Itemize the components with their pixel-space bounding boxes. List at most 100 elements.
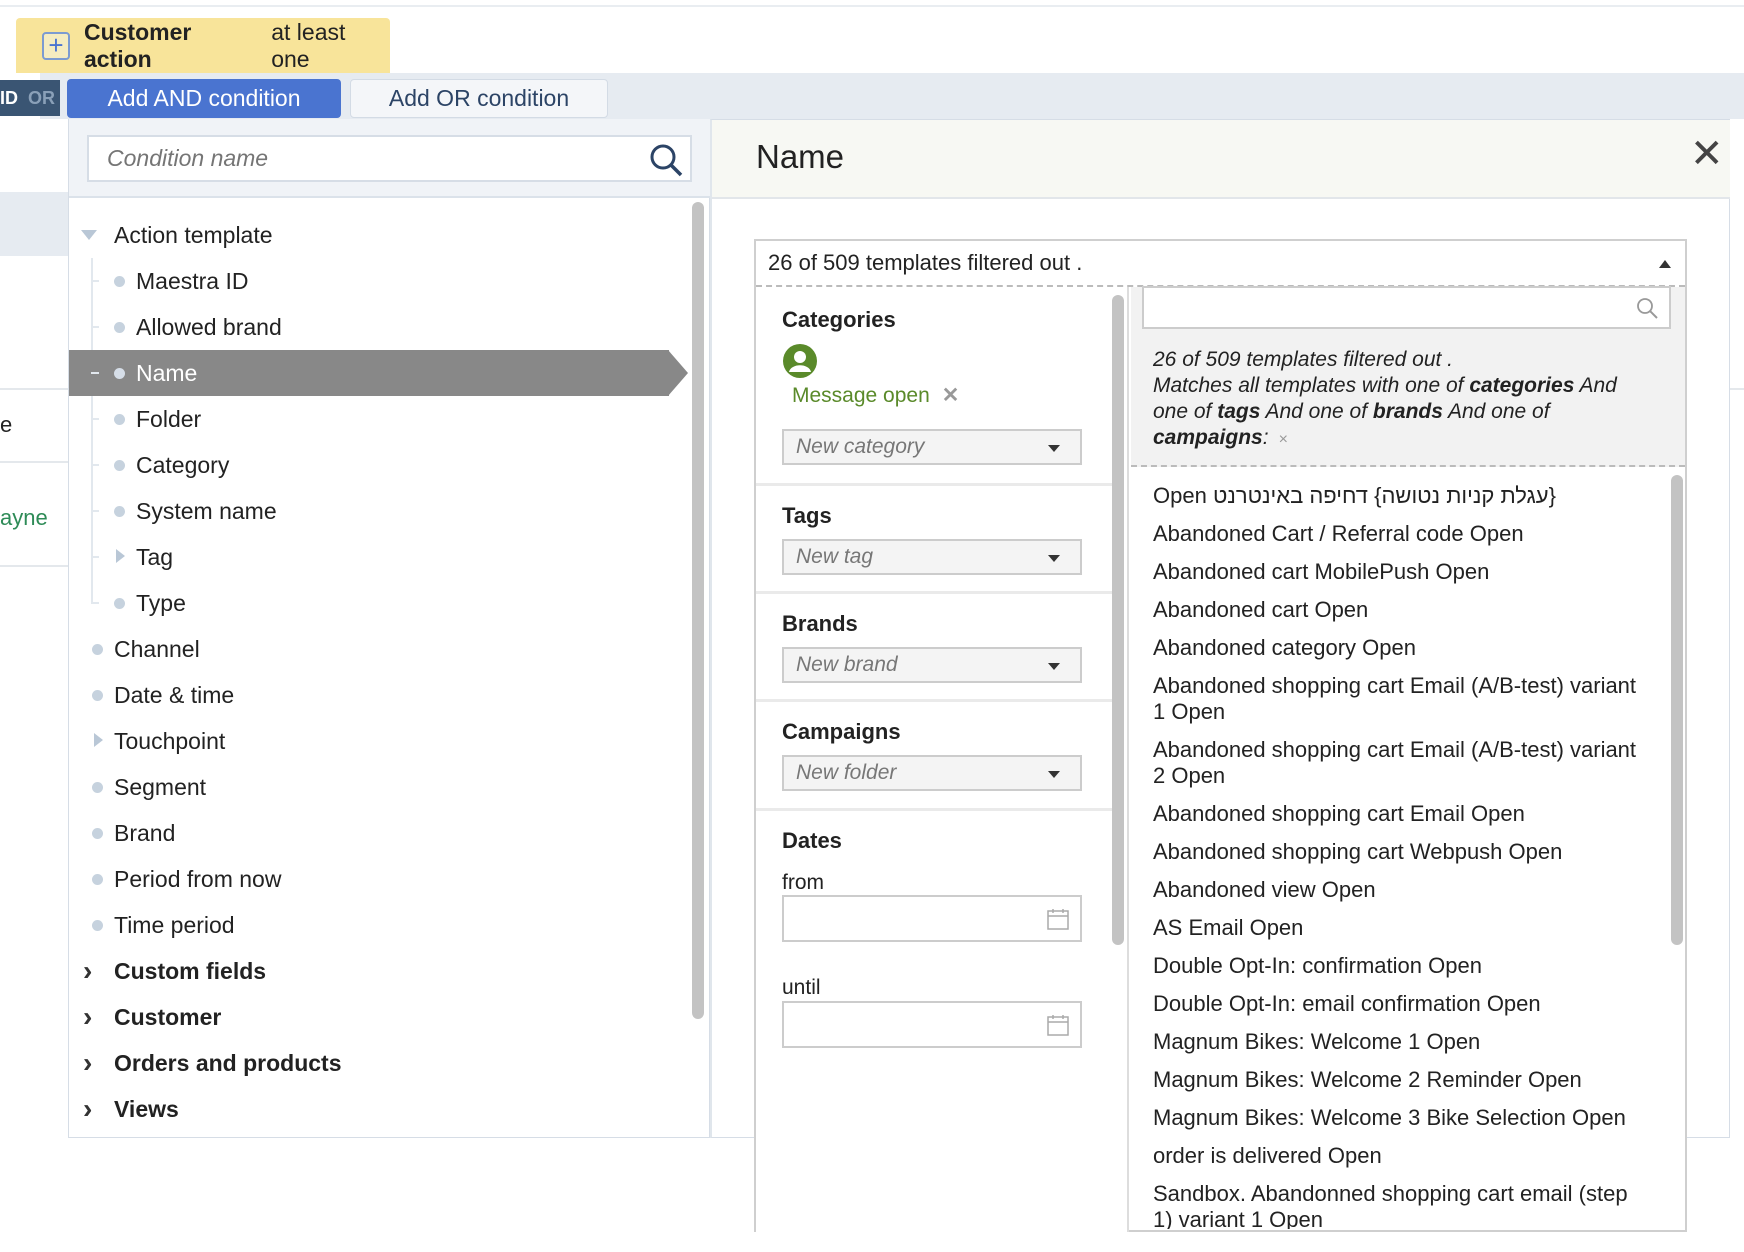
caret-right-icon[interactable]	[116, 549, 125, 563]
tree-item[interactable]: Time period	[69, 902, 669, 948]
tree-connector	[91, 280, 99, 282]
tree-item[interactable]: › Custom fields	[69, 948, 669, 994]
template-list-item[interactable]: Double Opt-In: email confirmation Open	[1153, 991, 1653, 1017]
categories-label: Categories	[782, 307, 896, 332]
template-list-item[interactable]: Abandoned shopping cart Email (A/B-test)…	[1153, 673, 1653, 725]
tree-connector	[91, 372, 99, 374]
close-icon[interactable]: ✕	[1690, 134, 1724, 174]
template-list-item[interactable]: Sandbox. Abandonned shopping cart email …	[1153, 1181, 1653, 1229]
bullet-icon	[92, 782, 103, 793]
calendar-icon[interactable]	[1046, 907, 1070, 931]
brand-select[interactable]: New brand	[782, 647, 1082, 683]
from-date-input[interactable]	[782, 895, 1082, 942]
tree-item[interactable]: › Views	[69, 1086, 669, 1132]
summary-keyword: brands	[1372, 400, 1443, 423]
search-icon[interactable]	[1635, 296, 1659, 320]
tree-item[interactable]: Channel	[69, 626, 669, 672]
until-label: until	[782, 976, 821, 999]
tree-item[interactable]: Type	[69, 580, 669, 626]
caret-up-icon[interactable]	[1659, 260, 1671, 268]
bullet-icon	[92, 874, 103, 885]
bg-divider	[1730, 388, 1744, 390]
template-list-item[interactable]: order is delivered Open	[1153, 1143, 1653, 1169]
campaign-select[interactable]: New folder	[782, 755, 1082, 791]
user-icon	[783, 344, 817, 378]
tree-item[interactable]: › Customer	[69, 994, 669, 1040]
template-list-item[interactable]: Abandoned cart Open	[1153, 597, 1653, 623]
template-list-item[interactable]: Abandoned shopping cart Email Open	[1153, 801, 1653, 827]
tree-item[interactable]: Touchpoint	[69, 718, 669, 764]
template-list-item[interactable]: AS Email Open	[1153, 915, 1653, 941]
calendar-icon[interactable]	[1046, 1013, 1070, 1037]
condition-name-input[interactable]	[87, 135, 692, 182]
or-label[interactable]: OR	[28, 88, 55, 108]
template-list-item[interactable]: Magnum Bikes: Welcome 1 Open	[1153, 1029, 1653, 1055]
bullet-icon	[114, 598, 125, 609]
tree-item[interactable]: Category	[69, 442, 669, 488]
template-list: {עגלת קניות נטושה} דחיפה באינטרנט Open Ab…	[1131, 469, 1685, 1229]
template-list-item[interactable]: {עגלת קניות נטושה} דחיפה באינטרנט Open	[1153, 483, 1653, 509]
tree-item[interactable]: Name	[69, 350, 688, 396]
filter-summary-toggle[interactable]: 26 of 509 templates filtered out .	[756, 241, 1685, 287]
from-label: from	[782, 871, 824, 894]
criteria-scrollbar[interactable]	[1112, 295, 1124, 945]
template-list-item[interactable]: Abandoned Cart / Referral code Open	[1153, 521, 1653, 547]
tree-item[interactable]: › Orders and products	[69, 1040, 669, 1086]
caret-right-icon[interactable]	[94, 733, 103, 747]
add-and-condition-button[interactable]: Add AND condition	[67, 79, 341, 118]
add-or-condition-button[interactable]: Add OR condition	[350, 79, 608, 118]
customer-action-card[interactable]: + Customer action at least one	[16, 18, 390, 73]
tree-item[interactable]: Segment	[69, 764, 669, 810]
tree-item[interactable]: Allowed brand	[69, 304, 669, 350]
tree-item-label: Views	[114, 1096, 179, 1122]
tree-item-label: Date & time	[114, 682, 235, 708]
bg-band	[0, 192, 68, 256]
tree-connector	[91, 418, 99, 420]
search-icon[interactable]	[649, 143, 683, 177]
template-search-input[interactable]	[1142, 286, 1671, 329]
and-label[interactable]: ID	[0, 88, 18, 108]
template-list-item[interactable]: Abandoned shopping cart Email (A/B-test)…	[1153, 737, 1653, 789]
tag-select[interactable]: New tag	[782, 539, 1082, 575]
template-results: 26 of 509 templates filtered out . Match…	[1131, 286, 1685, 1232]
until-date-input[interactable]	[782, 1001, 1082, 1048]
category-chip: Message open ✕	[792, 383, 959, 408]
tree-item[interactable]: System name	[69, 488, 669, 534]
tree-item[interactable]: Period from now	[69, 856, 669, 902]
chevron-right-icon[interactable]: ›	[83, 1086, 92, 1132]
tree-item[interactable]: Date & time	[69, 672, 669, 718]
dropdown-arrow-icon	[1048, 555, 1060, 562]
tree-item[interactable]: Tag	[69, 534, 669, 580]
remove-category-icon[interactable]: ✕	[942, 384, 960, 407]
filter-description: 26 of 509 templates filtered out . Match…	[1131, 286, 1685, 467]
tree-item-label: Folder	[136, 406, 202, 432]
template-list-item[interactable]: Magnum Bikes: Welcome 2 Reminder Open	[1153, 1067, 1653, 1093]
template-list-item[interactable]: Magnum Bikes: Welcome 3 Bike Selection O…	[1153, 1105, 1653, 1131]
template-list-scrollbar[interactable]	[1671, 475, 1683, 945]
chevron-right-icon[interactable]: ›	[83, 1040, 92, 1086]
tree-item[interactable]: Folder	[69, 396, 669, 442]
plus-icon[interactable]: +	[42, 31, 70, 60]
clear-filters-icon[interactable]: ×	[1279, 431, 1288, 448]
brand-select-placeholder: New brand	[796, 653, 898, 676]
bg-link-fragment[interactable]: ayne	[0, 505, 48, 531]
template-list-item[interactable]: Abandoned category Open	[1153, 635, 1653, 661]
tree-scrollbar[interactable]	[692, 202, 704, 1019]
tree-item[interactable]: Maestra ID	[69, 258, 669, 304]
category-select-placeholder: New category	[796, 435, 925, 458]
tree-connector	[91, 602, 99, 604]
template-list-item[interactable]: Double Opt-In: confirmation Open	[1153, 953, 1653, 979]
tree-item[interactable]: Brand	[69, 810, 669, 856]
and-or-toggle[interactable]: ID OR	[0, 80, 60, 116]
bullet-icon	[92, 828, 103, 839]
tree-item[interactable]: Action template	[69, 212, 669, 258]
tree-item-label: Category	[136, 452, 230, 478]
chevron-right-icon[interactable]: ›	[83, 948, 92, 994]
caret-down-icon[interactable]	[81, 230, 97, 240]
template-list-item[interactable]: Abandoned view Open	[1153, 877, 1653, 903]
chevron-right-icon[interactable]: ›	[83, 994, 92, 1040]
template-list-item[interactable]: Abandoned cart MobilePush Open	[1153, 559, 1653, 585]
category-select[interactable]: New category	[782, 429, 1082, 465]
template-list-item[interactable]: Abandoned shopping cart Webpush Open	[1153, 839, 1653, 865]
filter-header-text: 26 of 509 templates filtered out .	[768, 250, 1083, 275]
